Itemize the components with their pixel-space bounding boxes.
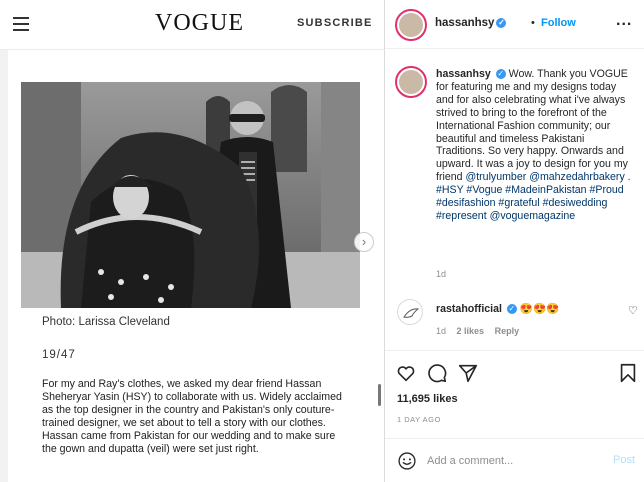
comment-username[interactable]: rastahofficial — [436, 303, 502, 315]
caption: hassanhsy ✓ Wow. Thank you VOGUE for fea… — [436, 68, 636, 223]
likes-count[interactable]: 11,695 likes — [397, 393, 458, 405]
username-link[interactable]: hassanhsy ✓ — [435, 17, 507, 29]
reply-button[interactable]: Reply — [495, 326, 520, 336]
follow-button[interactable]: Follow — [541, 17, 576, 29]
share-icon[interactable] — [457, 362, 479, 384]
comments-list: hassanhsy ✓ Wow. Thank you VOGUE for fea… — [385, 49, 644, 350]
comment-like-icon[interactable]: ♡ — [628, 304, 638, 317]
caption-timestamp[interactable]: 1d — [436, 269, 446, 279]
comment-timestamp[interactable]: 1d — [436, 326, 446, 336]
verified-icon: ✓ — [495, 69, 506, 80]
next-arrow-icon[interactable]: › — [354, 232, 374, 252]
heart-icon[interactable] — [395, 362, 417, 384]
comment-input[interactable] — [427, 451, 597, 471]
add-comment-bar: Post — [385, 438, 644, 482]
page-gutter — [0, 50, 8, 482]
hamburger-icon[interactable] — [13, 17, 29, 31]
subscribe-link[interactable]: SUBSCRIBE — [297, 17, 373, 29]
bookmark-icon[interactable] — [617, 362, 639, 384]
article-text: For my and Ray's clothes, we asked my de… — [42, 378, 342, 455]
more-options-button[interactable]: ... — [616, 12, 632, 30]
photo-credit: Photo: Larissa Cleveland — [42, 316, 170, 328]
wedding-photo — [21, 82, 360, 308]
vogue-header: VOGUE SUBSCRIBE — [0, 0, 384, 50]
comment: rastahofficial ✓ 😍😍😍 — [436, 302, 559, 315]
post-comment-button[interactable]: Post — [613, 454, 635, 466]
post-date[interactable]: 1 DAY AGO — [397, 415, 441, 424]
separator-dot: • — [531, 17, 535, 29]
comment-meta: 1d 2 likes Reply — [436, 326, 527, 336]
verified-icon: ✓ — [496, 17, 507, 28]
avatar[interactable] — [395, 9, 427, 41]
caption-text: Wow. Thank you VOGUE for featuring me an… — [436, 68, 628, 184]
comment-icon[interactable] — [426, 362, 448, 384]
caption-mentions[interactable]: @trulyumber @mahzedahrbakery . #HSY #Vog… — [436, 171, 631, 222]
post-header: hassanhsy ✓ • Follow ... — [385, 0, 644, 49]
emoji-icon[interactable] — [397, 451, 417, 471]
caption-username[interactable]: hassanhsy — [436, 68, 491, 80]
caption-avatar[interactable] — [395, 66, 427, 98]
comment-body: 😍😍😍 — [519, 303, 560, 315]
comment-avatar[interactable] — [397, 299, 423, 325]
vogue-logo: VOGUE — [155, 10, 244, 36]
post-detail-panel: hassanhsy ✓ • Follow ... hassanhsy ✓ Wow.… — [384, 0, 644, 482]
verified-icon: ✓ — [506, 304, 517, 315]
slide-counter: 19/47 — [42, 349, 76, 361]
scrollbar-thumb[interactable] — [378, 384, 381, 406]
post-actions: 11,695 likes 1 DAY AGO — [385, 350, 644, 438]
comment-likes[interactable]: 2 likes — [457, 326, 485, 336]
post-media: VOGUE SUBSCRIBE › Photo: Larissa Clevela… — [0, 0, 384, 482]
username-text[interactable]: hassanhsy — [435, 17, 494, 29]
